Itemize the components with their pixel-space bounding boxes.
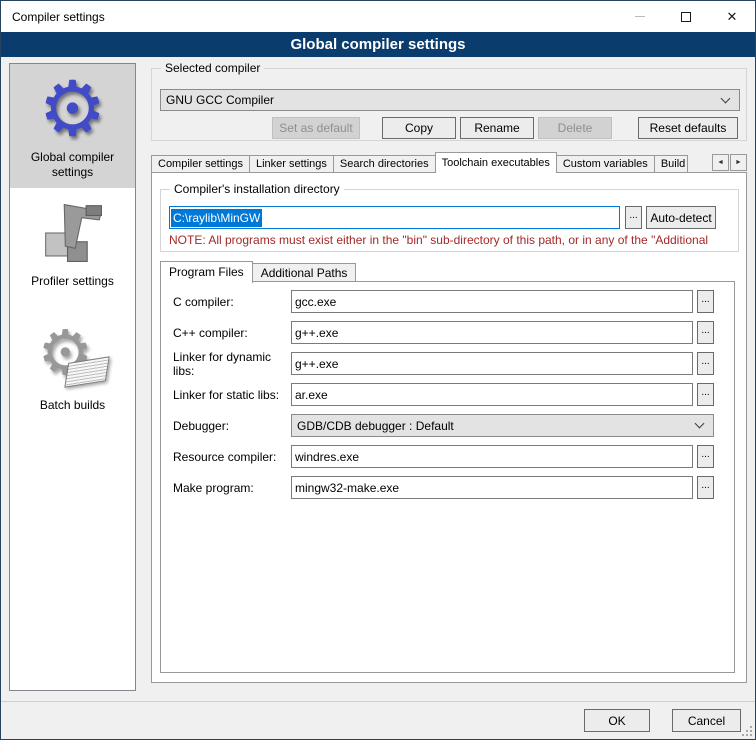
sidebar-item-batch-builds[interactable]: ⚙ Batch builds xyxy=(10,312,135,436)
sidebar-item-global-compiler-settings[interactable]: ⚙ Global compiler settings xyxy=(10,64,135,188)
tab-build-options[interactable]: Build xyxy=(654,155,688,173)
static-linker-label: Linker for static libs: xyxy=(161,388,291,402)
installation-directory-value: C:\raylib\MinGW xyxy=(171,209,262,227)
program-files-tabstrip: Program Files Additional Paths xyxy=(160,260,355,282)
tab-toolchain-executables[interactable]: Toolchain executables xyxy=(435,152,557,173)
resource-compiler-label: Resource compiler: xyxy=(161,450,291,464)
c-compiler-browse-button[interactable]: ... xyxy=(697,290,714,313)
subtab-program-files[interactable]: Program Files xyxy=(160,261,253,283)
minimize-button[interactable] xyxy=(617,1,663,32)
caliper-blocks-icon xyxy=(38,198,108,268)
tab-compiler-settings[interactable]: Compiler settings xyxy=(151,155,250,173)
installation-directory-input[interactable]: C:\raylib\MinGW xyxy=(169,206,620,229)
tab-scroll-right-button[interactable]: ► xyxy=(730,154,747,171)
field-row-c-compiler: C compiler: ... xyxy=(161,290,734,313)
compiler-buttons-row: Set as default Copy Rename Delete Reset … xyxy=(152,117,738,139)
installation-directory-group-label: Compiler's installation directory xyxy=(170,182,344,196)
compiler-select[interactable]: GNU GCC Compiler xyxy=(160,89,740,111)
copy-button[interactable]: Copy xyxy=(382,117,456,139)
footer-divider xyxy=(1,701,756,702)
debugger-select-value: GDB/CDB debugger : Default xyxy=(297,419,454,433)
c-compiler-label: C compiler: xyxy=(161,295,291,309)
compiler-select-value: GNU GCC Compiler xyxy=(166,93,274,107)
program-files-page: C compiler: ... C++ compiler: ... Linker… xyxy=(160,281,735,673)
chevron-down-icon xyxy=(721,93,731,103)
cpp-compiler-browse-button[interactable]: ... xyxy=(697,321,714,344)
browse-directory-button[interactable]: ... xyxy=(625,206,642,229)
settings-tabstrip: Compiler settings Linker settings Search… xyxy=(151,151,747,173)
field-row-dynamic-linker: Linker for dynamic libs: ... xyxy=(161,352,734,375)
reset-defaults-button[interactable]: Reset defaults xyxy=(638,117,738,139)
rename-button[interactable]: Rename xyxy=(460,117,534,139)
static-linker-input[interactable] xyxy=(291,383,693,406)
sidebar-item-label: Batch builds xyxy=(10,398,135,413)
tab-linker-settings[interactable]: Linker settings xyxy=(249,155,334,173)
resize-grip[interactable] xyxy=(742,726,752,736)
resource-compiler-browse-button[interactable]: ... xyxy=(697,445,714,468)
profiler-icon-wrap xyxy=(10,192,135,274)
static-linker-browse-button[interactable]: ... xyxy=(697,383,714,406)
field-row-debugger: Debugger: GDB/CDB debugger : Default xyxy=(161,414,734,437)
arrow-left-icon: ◄ xyxy=(717,159,724,166)
dynamic-linker-input[interactable] xyxy=(291,352,693,375)
tab-scroll-arrows: ◄ ► xyxy=(711,154,747,171)
batch-builds-icon: ⚙ xyxy=(38,322,108,392)
tab-scroll-left-button[interactable]: ◄ xyxy=(712,154,729,171)
selected-compiler-group: Selected compiler GNU GCC Compiler Set a… xyxy=(151,68,747,141)
make-program-browse-button[interactable]: ... xyxy=(697,476,714,499)
subtab-additional-paths[interactable]: Additional Paths xyxy=(252,263,357,282)
cpp-compiler-label: C++ compiler: xyxy=(161,326,291,340)
make-program-input[interactable] xyxy=(291,476,693,499)
sidebar-item-profiler-settings[interactable]: Profiler settings xyxy=(10,188,135,312)
title-bar[interactable]: Compiler settings ✕ xyxy=(1,1,755,32)
installation-directory-row: C:\raylib\MinGW ... Auto-detect xyxy=(169,206,716,229)
minimize-icon xyxy=(635,16,645,17)
sidebar-item-label: Global compiler settings xyxy=(10,150,135,180)
tab-custom-variables[interactable]: Custom variables xyxy=(556,155,655,173)
field-row-make-program: Make program: ... xyxy=(161,476,734,499)
cpp-compiler-input[interactable] xyxy=(291,321,693,344)
global-compiler-icon-wrap: ⚙ xyxy=(10,68,135,150)
debugger-select[interactable]: GDB/CDB debugger : Default xyxy=(291,414,714,437)
field-row-cpp-compiler: C++ compiler: ... xyxy=(161,321,734,344)
debugger-label: Debugger: xyxy=(161,419,291,433)
maximize-icon xyxy=(681,12,691,22)
dynamic-linker-label: Linker for dynamic libs: xyxy=(161,350,291,378)
resource-compiler-input[interactable] xyxy=(291,445,693,468)
toolchain-executables-page: Compiler's installation directory C:\ray… xyxy=(151,172,747,683)
sidebar-item-label: Profiler settings xyxy=(10,274,135,289)
arrow-right-icon: ► xyxy=(735,159,742,166)
settings-category-list: ⚙ Global compiler settings Profiler sett… xyxy=(9,63,136,691)
c-compiler-input[interactable] xyxy=(291,290,693,313)
ok-button[interactable]: OK xyxy=(584,709,650,732)
dynamic-linker-browse-button[interactable]: ... xyxy=(697,352,714,375)
bin-subdirectory-note: NOTE: All programs must exist either in … xyxy=(169,233,733,247)
tab-search-directories[interactable]: Search directories xyxy=(333,155,436,173)
set-as-default-button[interactable]: Set as default xyxy=(272,117,360,139)
page-title: Global compiler settings xyxy=(290,36,465,53)
compiler-settings-dialog: Compiler settings ✕ Global compiler sett… xyxy=(0,0,756,740)
cancel-button[interactable]: Cancel xyxy=(672,709,741,732)
close-button[interactable]: ✕ xyxy=(709,1,755,32)
window-title: Compiler settings xyxy=(1,10,105,24)
blue-gear-icon: ⚙ xyxy=(38,71,106,147)
chevron-down-icon xyxy=(695,419,705,429)
field-row-resource-compiler: Resource compiler: ... xyxy=(161,445,734,468)
batch-builds-icon-wrap: ⚙ xyxy=(10,316,135,398)
page-header: Global compiler settings xyxy=(1,32,755,57)
make-program-label: Make program: xyxy=(161,481,291,495)
delete-button[interactable]: Delete xyxy=(538,117,612,139)
close-icon: ✕ xyxy=(727,10,738,23)
maximize-button[interactable] xyxy=(663,1,709,32)
caption-buttons: ✕ xyxy=(617,1,755,32)
selected-compiler-group-label: Selected compiler xyxy=(161,61,264,75)
field-row-static-linker: Linker for static libs: ... xyxy=(161,383,734,406)
installation-directory-group: Compiler's installation directory C:\ray… xyxy=(160,189,739,252)
auto-detect-button[interactable]: Auto-detect xyxy=(646,206,716,229)
